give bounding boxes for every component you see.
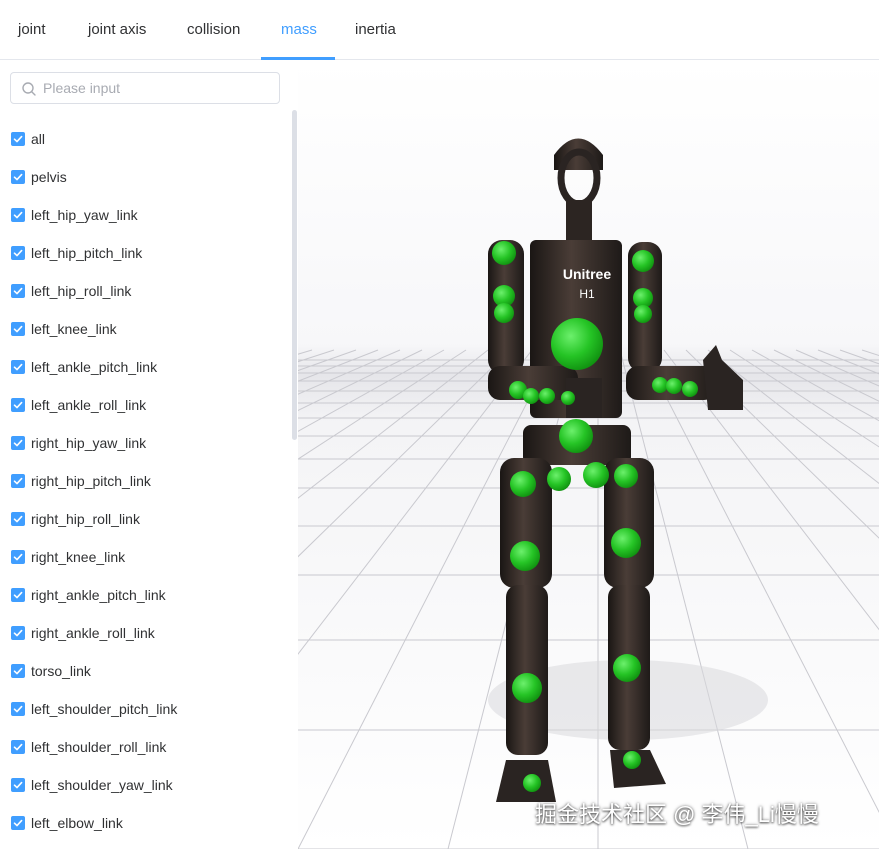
robot-brand-label: Unitree xyxy=(563,266,611,282)
mass-marker-sphere xyxy=(510,471,536,497)
checkbox-checked-icon[interactable] xyxy=(11,322,25,336)
checkbox-checked-icon[interactable] xyxy=(11,588,25,602)
checkbox-checked-icon[interactable] xyxy=(11,702,25,716)
link-checkbox-label: all xyxy=(31,131,46,147)
checkbox-checked-icon[interactable] xyxy=(11,284,25,298)
link-checkbox-item[interactable]: left_knee_link xyxy=(10,310,280,348)
mass-marker-sphere xyxy=(623,751,641,769)
link-checkbox-label: right_ankle_roll_link xyxy=(31,625,155,641)
link-checkbox-item[interactable]: right_hip_yaw_link xyxy=(10,424,280,462)
link-checkbox-item[interactable]: right_ankle_pitch_link xyxy=(10,576,280,614)
tab-joint[interactable]: joint xyxy=(18,0,46,60)
link-checkbox-label: left_shoulder_yaw_link xyxy=(31,777,173,793)
link-checkbox-label: left_hip_yaw_link xyxy=(31,207,138,223)
3d-viewport[interactable]: Unitree H1 xyxy=(298,60,879,849)
link-sidebar: all pelvis left_hip_yaw_link left_hip_pitch… xyxy=(0,60,298,849)
link-checkbox-label: left_hip_pitch_link xyxy=(31,245,143,261)
link-checkbox-item[interactable]: right_hip_roll_link xyxy=(10,500,280,538)
link-checkbox-label: right_hip_pitch_link xyxy=(31,473,151,489)
mass-marker-sphere xyxy=(666,378,682,394)
link-checkbox-item[interactable]: left_hip_roll_link xyxy=(10,272,280,310)
mass-marker-sphere xyxy=(512,673,542,703)
link-checkbox-item[interactable]: pelvis xyxy=(10,158,280,196)
checkbox-checked-icon[interactable] xyxy=(11,474,25,488)
mass-marker-sphere xyxy=(510,541,540,571)
link-checkbox-item[interactable]: left_ankle_roll_link xyxy=(10,386,280,424)
checkbox-checked-icon[interactable] xyxy=(11,170,25,184)
checkbox-checked-icon[interactable] xyxy=(11,816,25,830)
link-checkbox-item[interactable]: right_ankle_roll_link xyxy=(10,614,280,652)
mass-marker-sphere xyxy=(539,388,555,404)
checkbox-checked-icon[interactable] xyxy=(11,208,25,222)
mass-marker-sphere xyxy=(492,241,516,265)
mass-marker-sphere xyxy=(559,419,593,453)
link-checkbox-label: right_knee_link xyxy=(31,549,126,565)
link-checkbox-label: right_hip_roll_link xyxy=(31,511,140,527)
link-checkbox-label: left_ankle_roll_link xyxy=(31,397,147,413)
search-input[interactable] xyxy=(43,77,271,99)
link-checkbox-item[interactable]: right_knee_link xyxy=(10,538,280,576)
link-checkbox-label: left_shoulder_pitch_link xyxy=(31,701,178,717)
search-box xyxy=(10,72,280,104)
checkbox-checked-icon[interactable] xyxy=(11,664,25,678)
mass-marker-sphere xyxy=(634,305,652,323)
link-checkbox-item[interactable]: left_elbow_link xyxy=(10,804,280,842)
link-checkbox-item[interactable]: left_shoulder_yaw_link xyxy=(10,766,280,804)
link-checkbox-label: pelvis xyxy=(31,169,67,185)
mass-marker-sphere xyxy=(561,391,575,405)
mass-marker-sphere xyxy=(614,464,638,488)
link-checkbox-item[interactable]: left_hip_yaw_link xyxy=(10,196,280,234)
checkbox-checked-icon[interactable] xyxy=(11,740,25,754)
link-checkbox-item[interactable]: left_ankle_pitch_link xyxy=(10,348,280,386)
link-checkbox-item[interactable]: right_hip_pitch_link xyxy=(10,462,280,500)
mass-marker-sphere xyxy=(611,528,641,558)
mass-marker-sphere xyxy=(547,467,571,491)
tab-inertia[interactable]: inertia xyxy=(355,0,396,60)
tab-mass[interactable]: mass xyxy=(281,0,317,60)
checkbox-checked-icon[interactable] xyxy=(11,512,25,526)
link-checkbox-label: left_shoulder_roll_link xyxy=(31,739,167,755)
mass-marker-sphere xyxy=(523,388,539,404)
mass-marker-sphere xyxy=(652,377,668,393)
link-checkbox-list: all pelvis left_hip_yaw_link left_hip_pitch… xyxy=(0,120,290,849)
mass-marker-sphere xyxy=(632,250,654,272)
robot-scene: Unitree H1 xyxy=(298,60,879,849)
mass-marker-sphere xyxy=(494,303,514,323)
mass-marker-sphere xyxy=(583,462,609,488)
tab-bar: joint joint axis collision mass inertia xyxy=(0,0,879,60)
mass-marker-sphere xyxy=(551,318,603,370)
checkbox-checked-icon[interactable] xyxy=(11,778,25,792)
checkbox-checked-icon[interactable] xyxy=(11,550,25,564)
link-checkbox-label: right_hip_yaw_link xyxy=(31,435,147,451)
mass-marker-sphere xyxy=(613,654,641,682)
checkbox-checked-icon[interactable] xyxy=(11,436,25,450)
checkbox-checked-icon[interactable] xyxy=(11,132,25,146)
watermark: 掘金技术社区 @ 李伟_Li慢慢 xyxy=(535,802,819,827)
link-checkbox-label: right_ankle_pitch_link xyxy=(31,587,166,603)
link-checkbox-item[interactable]: left_hip_pitch_link xyxy=(10,234,280,272)
link-checkbox-label: torso_link xyxy=(31,663,91,679)
tab-collision[interactable]: collision xyxy=(187,0,240,60)
mass-marker-sphere xyxy=(523,774,541,792)
link-checkbox-item[interactable]: left_shoulder_roll_link xyxy=(10,728,280,766)
link-checkbox-item[interactable]: left_shoulder_pitch_link xyxy=(10,690,280,728)
link-checkbox-label: left_elbow_link xyxy=(31,815,123,831)
link-checkbox-label: left_hip_roll_link xyxy=(31,283,132,299)
mass-marker-sphere xyxy=(682,381,698,397)
checkbox-checked-icon[interactable] xyxy=(11,626,25,640)
search-icon xyxy=(22,82,36,96)
tab-joint-axis[interactable]: joint axis xyxy=(88,0,146,60)
checkbox-checked-icon[interactable] xyxy=(11,398,25,412)
link-checkbox-label: left_knee_link xyxy=(31,321,117,337)
robot-model-label: H1 xyxy=(579,287,595,301)
checkbox-checked-icon[interactable] xyxy=(11,246,25,260)
link-checkbox-item[interactable]: torso_link xyxy=(10,652,280,690)
checkbox-checked-icon[interactable] xyxy=(11,360,25,374)
link-checkbox-item[interactable]: all xyxy=(10,120,280,158)
link-checkbox-label: left_ankle_pitch_link xyxy=(31,359,158,375)
sidebar-scrollbar[interactable] xyxy=(292,110,297,440)
